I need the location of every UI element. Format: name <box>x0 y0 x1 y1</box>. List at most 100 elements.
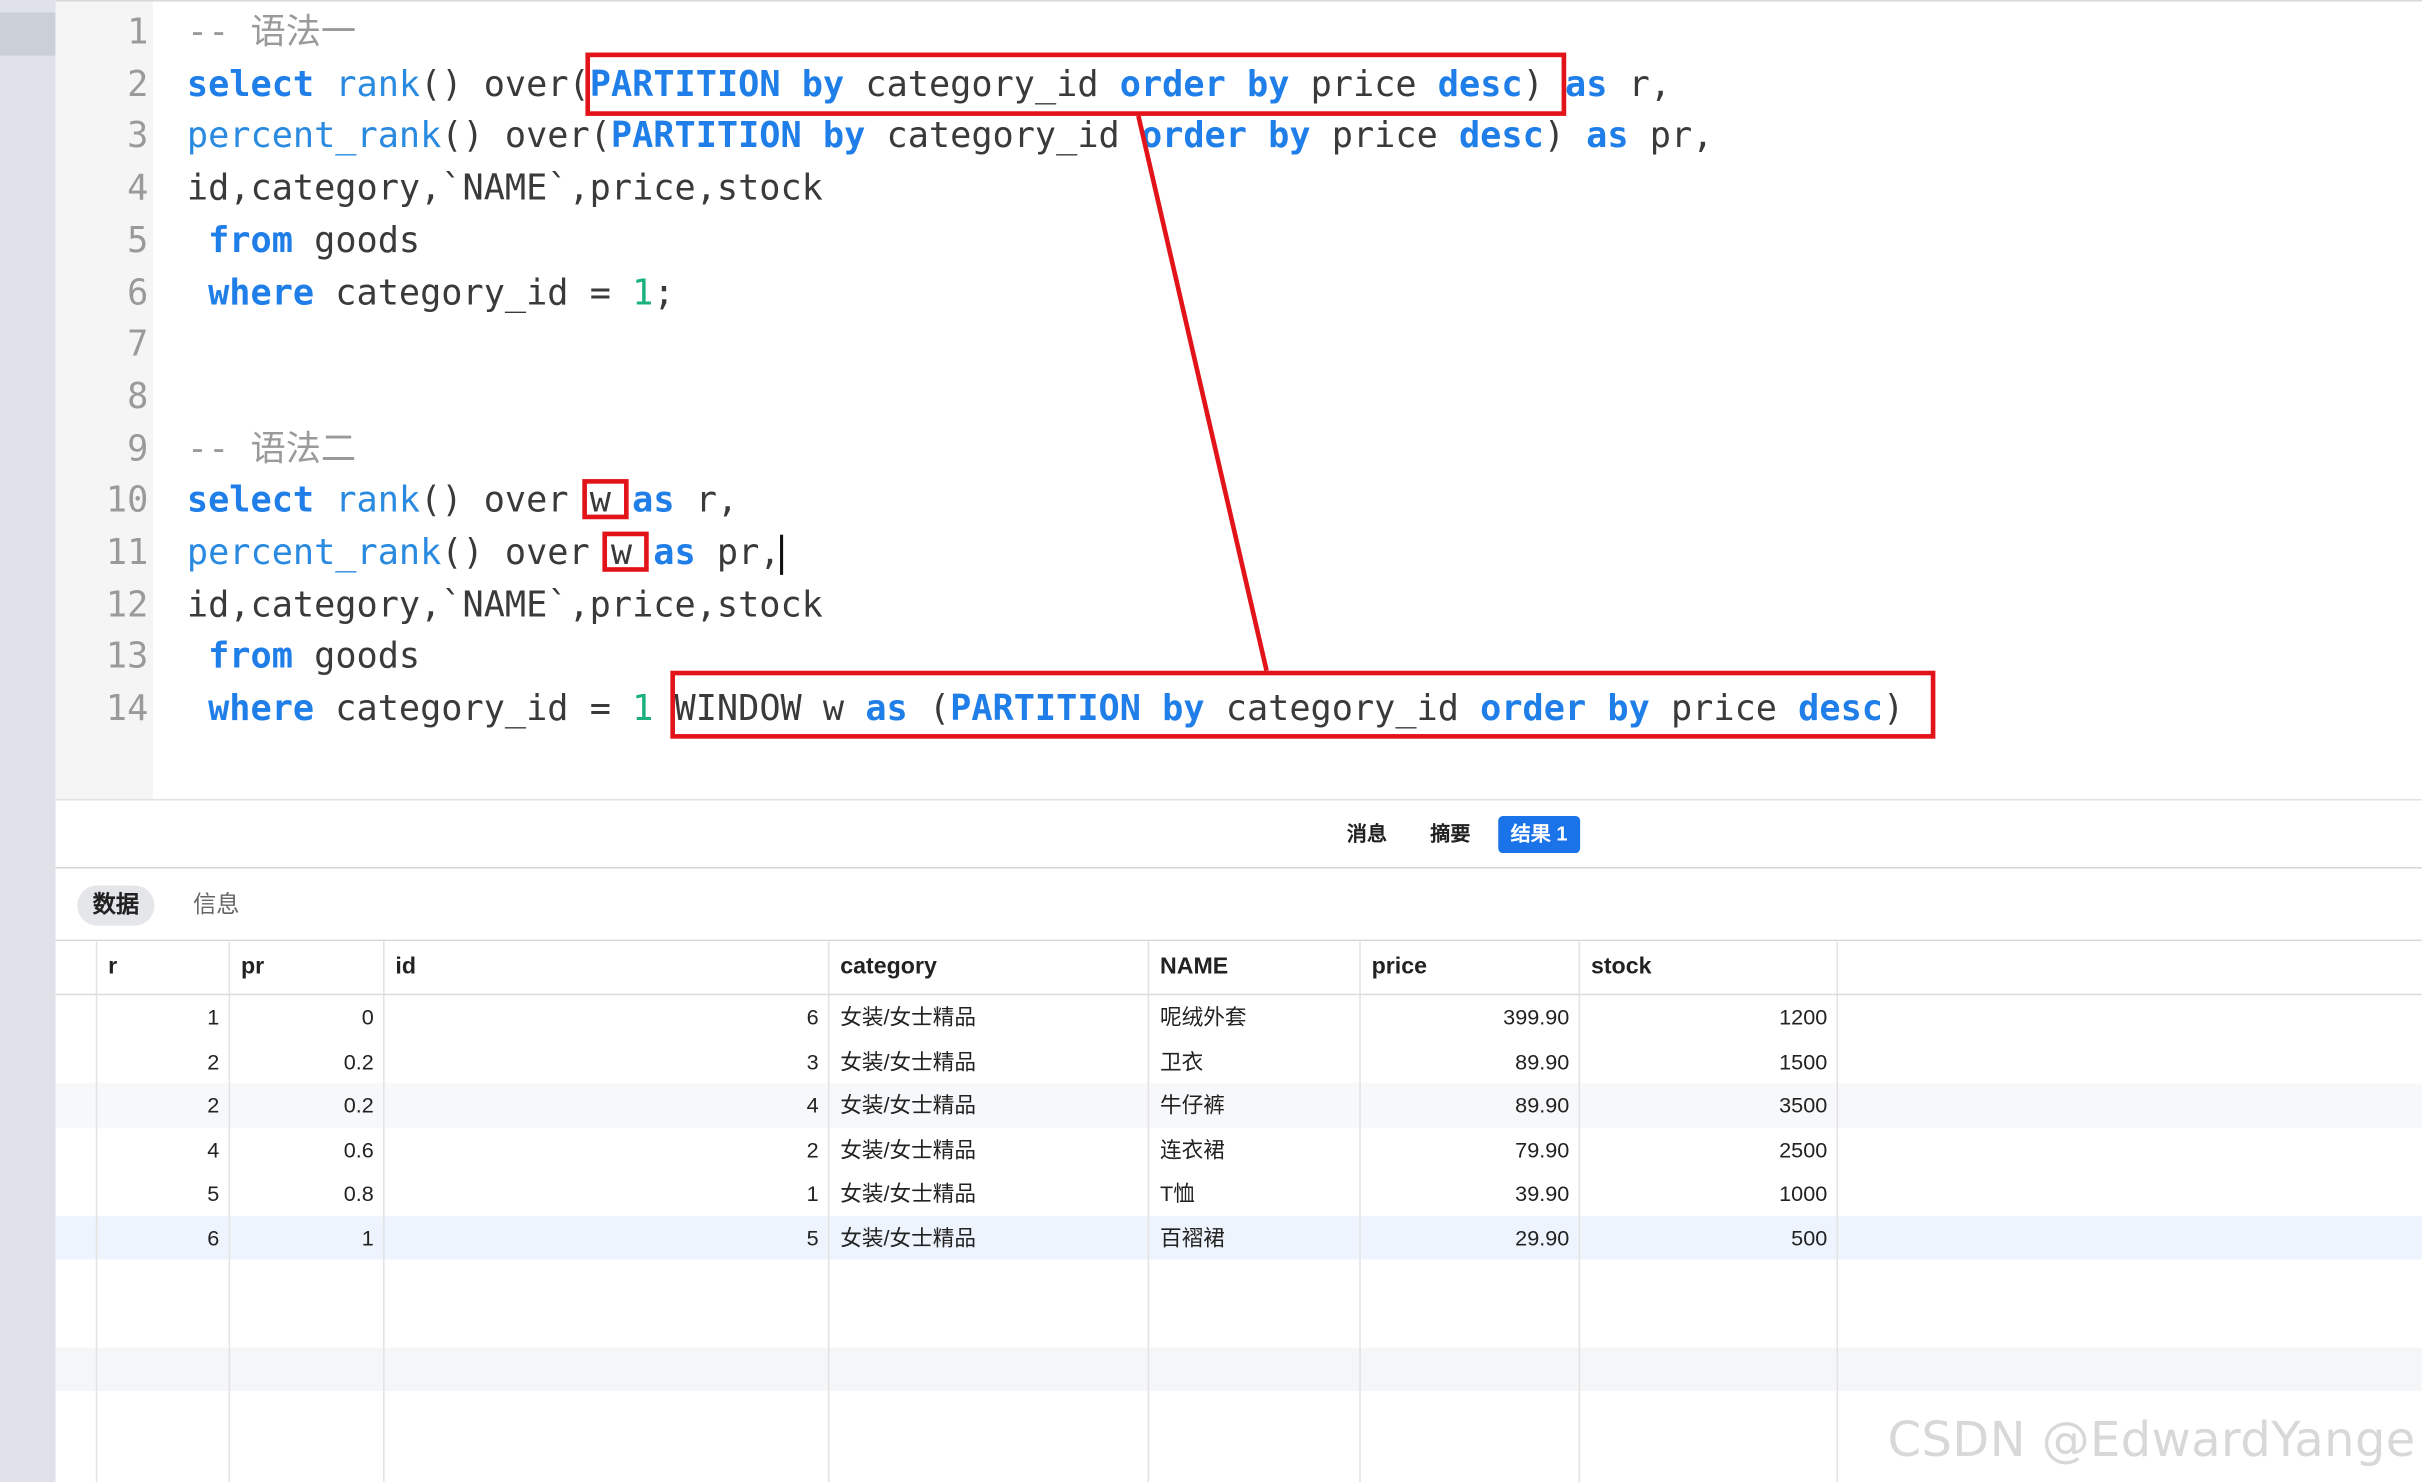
table-cell-name[interactable]: 呢绒外套 <box>1148 995 1360 1039</box>
table-cell-stock[interactable]: 1000 <box>1579 1171 1837 1215</box>
table-row[interactable]: 2 0.2 4 女装/女士精品 牛仔裤 89.90 3500 <box>55 1083 2422 1128</box>
table-cell-r[interactable]: 6 <box>96 1215 229 1259</box>
tab-result-1[interactable]: 结果 1 <box>1498 815 1580 854</box>
sql-editor[interactable]: 1 2 3 4 5 6 7 8 9 10 11 12 13 14 -- 语法一 select rank() … <box>55 0 2422 801</box>
table-cell-id[interactable]: 1 <box>383 1171 828 1215</box>
text-cursor <box>780 533 784 575</box>
table-row[interactable]: 5 0.8 1 女装/女士精品 T恤 39.90 1000 <box>56 1171 2422 1215</box>
table-cell-category[interactable]: 女装/女士精品 <box>828 995 1148 1039</box>
tab-info[interactable]: 信息 <box>178 886 255 926</box>
table-cell-stock[interactable]: 1500 <box>1579 1039 1837 1083</box>
code-line[interactable]: where category_id = 1; <box>187 267 674 320</box>
code-token: ( <box>907 689 951 730</box>
column-header-category[interactable]: category <box>828 941 1148 994</box>
code-line[interactable]: -- 语法二 <box>187 423 356 476</box>
code-token: price <box>1310 116 1459 157</box>
column-divider[interactable] <box>1836 941 1839 1482</box>
line-number: 4 <box>127 168 149 209</box>
table-row[interactable]: 4 0.6 2 女装/女士精品 连衣裙 79.90 2500 <box>56 1127 2422 1171</box>
table-cell-category[interactable]: 女装/女士精品 <box>828 1127 1148 1171</box>
table-cell-pr[interactable]: 1 <box>229 1215 383 1259</box>
table-cell-category[interactable]: 女装/女士精品 <box>828 1083 1148 1127</box>
table-row[interactable]: 1 0 6 女装/女士精品 呢绒外套 399.90 1200 <box>56 995 2422 1039</box>
table-cell-price[interactable]: 29.90 <box>1359 1215 1578 1259</box>
table-cell-price[interactable]: 399.90 <box>1359 995 1578 1039</box>
table-cell-r[interactable]: 4 <box>96 1127 229 1171</box>
column-header-stock[interactable]: stock <box>1579 941 1837 994</box>
result-grid[interactable]: 1 0 6 女装/女士精品 呢绒外套 399.90 1200 2 0.2 3 女装/女士精品 卫衣 89… <box>55 941 2422 1482</box>
table-cell-price[interactable]: 89.90 <box>1359 1083 1578 1127</box>
table-cell-id[interactable]: 5 <box>383 1215 828 1259</box>
table-cell-price[interactable]: 39.90 <box>1359 1171 1578 1215</box>
sql-comment: -- 语法二 <box>186 428 357 470</box>
code-line[interactable]: select rank() over(PARTITION by category… <box>187 58 1671 111</box>
column-divider[interactable] <box>1359 941 1361 1482</box>
table-cell-id[interactable]: 2 <box>383 1127 828 1171</box>
code-token: pr, <box>1628 116 1714 157</box>
line-number: 9 <box>127 428 149 470</box>
table-cell-price[interactable]: 79.90 <box>1359 1127 1578 1171</box>
code-line[interactable]: percent_rank() over(PARTITION by categor… <box>187 110 1713 163</box>
column-divider[interactable] <box>95 941 98 1482</box>
table-cell-id[interactable]: 4 <box>383 1083 828 1127</box>
table-cell-pr[interactable]: 0 <box>229 995 383 1039</box>
table-cell-stock[interactable]: 3500 <box>1579 1083 1837 1127</box>
table-cell-r[interactable]: 2 <box>96 1083 229 1127</box>
table-cell-name[interactable]: 牛仔裤 <box>1148 1083 1360 1127</box>
column-divider[interactable] <box>383 941 385 1482</box>
tab-data[interactable]: 数据 <box>77 885 155 926</box>
table-cell-r[interactable]: 1 <box>96 995 229 1039</box>
column-header-price[interactable]: price <box>1359 941 1578 994</box>
line-number: 7 <box>127 324 149 366</box>
table-cell-name[interactable]: 百褶裙 <box>1148 1215 1360 1259</box>
column-divider[interactable] <box>1147 941 1150 1482</box>
column-divider[interactable] <box>228 941 231 1482</box>
table-cell-price[interactable]: 89.90 <box>1359 1039 1578 1083</box>
sql-keyword: select <box>186 481 315 522</box>
column-divider[interactable] <box>1578 941 1581 1482</box>
column-header-name[interactable]: NAME <box>1148 941 1360 994</box>
code-line[interactable]: select rank() over w as r, <box>187 475 738 528</box>
column-divider[interactable] <box>827 941 830 1482</box>
table-cell-name[interactable]: 连衣裙 <box>1148 1127 1360 1171</box>
table-cell-category[interactable]: 女装/女士精品 <box>828 1215 1148 1259</box>
sidebar-selected-item[interactable] <box>0 12 56 56</box>
table-cell-r[interactable]: 2 <box>96 1039 229 1083</box>
code-line[interactable]: percent_rank() over w as pr, <box>187 527 784 580</box>
table-cell-name[interactable]: T恤 <box>1148 1171 1360 1215</box>
sql-function: rank <box>335 481 421 522</box>
table-cell-pr[interactable]: 0.2 <box>229 1039 383 1083</box>
column-header-pr[interactable]: pr <box>229 941 383 994</box>
table-cell-stock[interactable]: 500 <box>1579 1215 1837 1259</box>
tab-summary[interactable]: 摘要 <box>1418 816 1483 853</box>
table-cell-pr[interactable]: 0.8 <box>229 1171 383 1215</box>
table-cell-stock[interactable]: 1200 <box>1579 995 1837 1039</box>
table-cell-pr[interactable]: 0.6 <box>229 1127 383 1171</box>
code-line[interactable]: id,category,`NAME`,price,stock <box>187 162 823 215</box>
table-cell-pr[interactable]: 0.2 <box>229 1083 383 1127</box>
code-line[interactable]: id,category,`NAME`,price,stock <box>187 579 823 632</box>
table-row[interactable]: 2 0.2 3 女装/女士精品 卫衣 89.90 1500 <box>56 1039 2422 1083</box>
line-number: 8 <box>127 376 149 418</box>
sql-keyword: desc <box>1798 689 1883 730</box>
tab-messages[interactable]: 消息 <box>1335 816 1400 853</box>
column-header-r[interactable]: r <box>96 941 229 994</box>
table-cell-stock[interactable]: 2500 <box>1579 1127 1837 1171</box>
code-line[interactable]: from goods <box>187 631 420 684</box>
table-row[interactable]: 6 1 5 女装/女士精品 百褶裙 29.90 500 <box>55 1215 2422 1260</box>
code-line[interactable]: -- 语法一 <box>187 6 356 59</box>
table-cell-r[interactable]: 5 <box>96 1171 229 1215</box>
code-token: price <box>1649 689 1799 730</box>
data-info-tabs: 数据 信息 <box>55 868 2422 942</box>
code-token: pr, <box>695 533 781 574</box>
table-cell-id[interactable]: 6 <box>383 995 828 1039</box>
table-cell-name[interactable]: 卫衣 <box>1148 1039 1360 1083</box>
code-line[interactable]: from goods <box>187 214 420 267</box>
code-line[interactable]: where category_id = 1 WINDOW w as (PARTI… <box>187 683 1904 736</box>
line-number: 5 <box>127 220 149 261</box>
column-header-id[interactable]: id <box>383 941 828 994</box>
table-cell-category[interactable]: 女装/女士精品 <box>828 1171 1148 1215</box>
table-cell-id[interactable]: 3 <box>383 1039 828 1083</box>
table-cell-category[interactable]: 女装/女士精品 <box>828 1039 1148 1083</box>
